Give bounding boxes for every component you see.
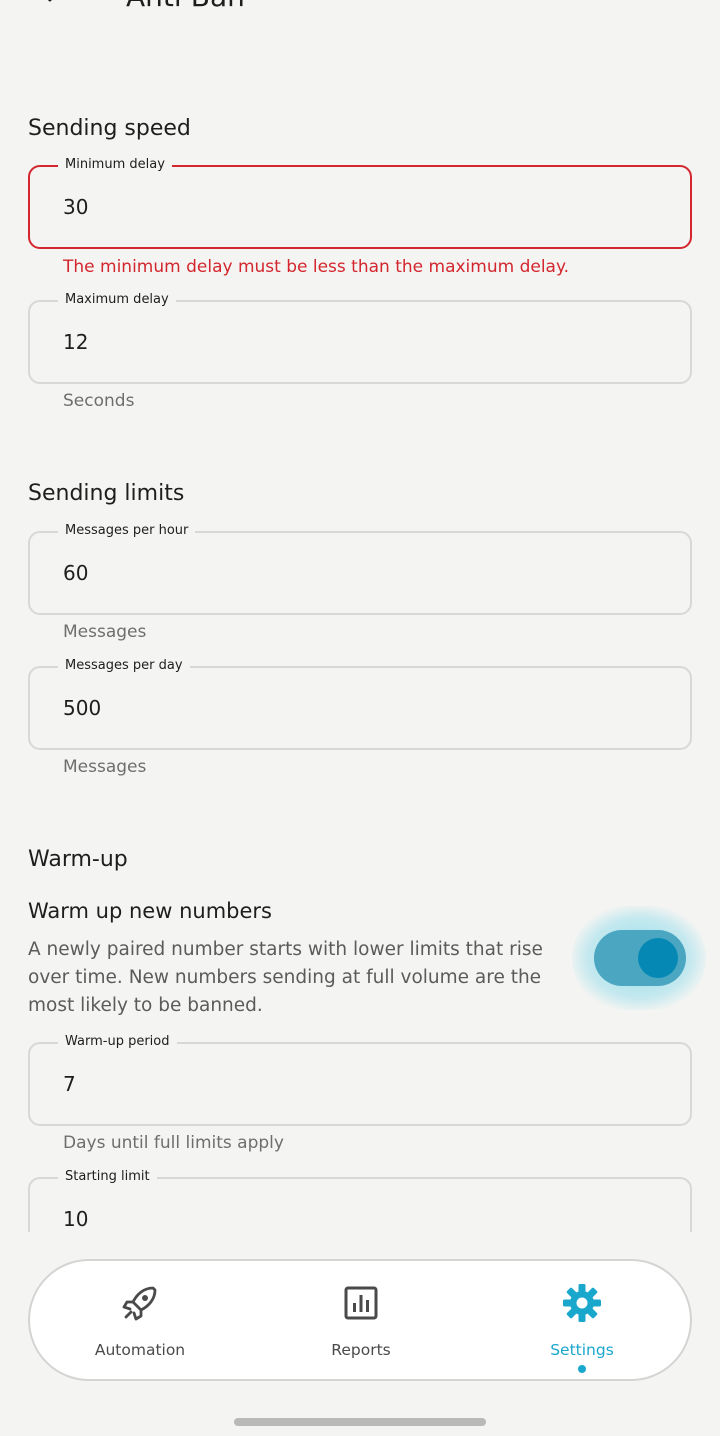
gear-icon (563, 1284, 601, 1322)
home-indicator[interactable] (234, 1418, 486, 1426)
top-app-bar: Anti-Ban (0, 0, 720, 18)
maximum-delay-field[interactable]: Maximum delay 12 (28, 291, 692, 384)
messages-per-hour-label: Messages per hour (58, 522, 196, 540)
starting-limit-value: 10 (63, 1207, 89, 1231)
nav-label-settings: Settings (550, 1341, 614, 1359)
warm-up-switch[interactable] (594, 930, 686, 986)
messages-per-day-label: Messages per day (58, 657, 190, 675)
warm-up-toggle-description: A newly paired number starts with lower … (28, 939, 543, 1016)
nav-label-automation: Automation (94, 1341, 186, 1359)
minimum-delay-value: 30 (63, 195, 89, 219)
minimum-delay-label: Minimum delay (58, 156, 172, 174)
nav-item-automation[interactable]: Automation (40, 1261, 240, 1379)
messages-per-day-field[interactable]: Messages per day 500 (28, 657, 692, 750)
switch-knob (638, 938, 678, 978)
page-title: Anti-Ban (126, 0, 245, 13)
active-indicator-dot (578, 1365, 586, 1373)
back-arrow-icon[interactable] (32, 0, 60, 6)
section-title-sending-speed: Sending speed (28, 116, 191, 141)
bottom-navigation-bar: Automation Reports Settings (28, 1259, 692, 1381)
starting-limit-field[interactable]: Starting limit 10 (28, 1168, 692, 1232)
minimum-delay-field[interactable]: Minimum delay 30 (28, 156, 692, 249)
maximum-delay-label: Maximum delay (58, 291, 176, 309)
app-screen: Anti-Ban Sending speed Minimum delay 30 … (0, 0, 720, 1436)
warm-up-period-value: 7 (63, 1072, 76, 1096)
section-title-sending-limits: Sending limits (28, 481, 185, 506)
nav-label-reports: Reports (331, 1341, 391, 1359)
starting-limit-label: Starting limit (58, 1168, 157, 1186)
nav-item-settings[interactable]: Settings (482, 1261, 682, 1379)
bar-chart-icon (344, 1286, 378, 1320)
rocket-icon (122, 1286, 157, 1321)
maximum-delay-value: 12 (63, 330, 89, 354)
messages-per-hour-field[interactable]: Messages per hour 60 (28, 522, 692, 615)
section-title-warm-up: Warm-up (28, 847, 128, 872)
messages-per-hour-value: 60 (63, 561, 89, 585)
warm-up-period-helper: Days until full limits apply (63, 1133, 284, 1153)
warm-up-period-field[interactable]: Warm-up period 7 (28, 1033, 692, 1126)
messages-per-day-value: 500 (63, 696, 102, 720)
messages-per-day-helper: Messages (63, 757, 147, 777)
maximum-delay-helper: Seconds (63, 391, 135, 411)
warm-up-toggle-title: Warm up new numbers (28, 899, 272, 923)
warm-up-period-label: Warm-up period (58, 1033, 177, 1051)
messages-per-hour-helper: Messages (63, 622, 147, 642)
settings-scroll-area[interactable]: Anti-Ban Sending speed Minimum delay 30 … (0, 0, 720, 1232)
minimum-delay-error: The minimum delay must be less than the … (63, 257, 569, 277)
nav-item-reports[interactable]: Reports (261, 1261, 461, 1379)
